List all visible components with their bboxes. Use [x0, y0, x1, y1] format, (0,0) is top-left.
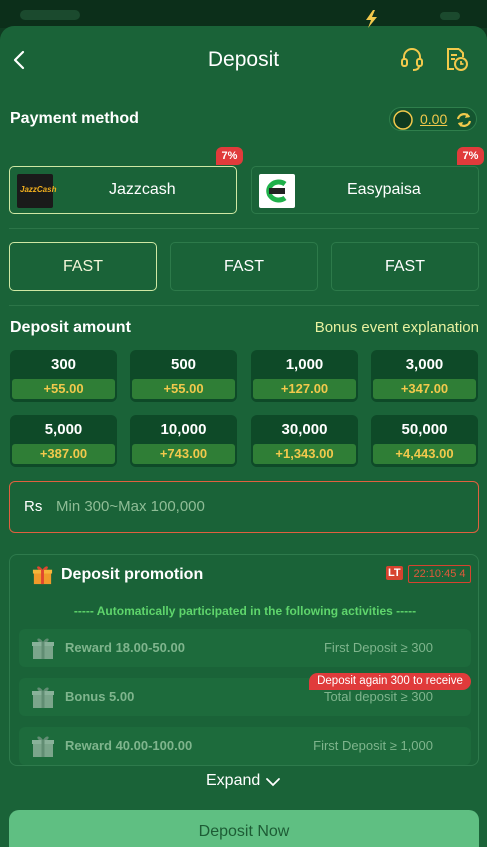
balance-pill: 0.00 — [389, 107, 477, 131]
deposit-again-badge: Deposit again 300 to receive — [309, 673, 471, 690]
amount-bonus: +127.00 — [253, 379, 356, 399]
bonus-percent-badge: 7% — [457, 147, 484, 165]
balance-value: 0.00 — [420, 111, 448, 127]
amount-option[interactable]: 30,000 +1,343.00 — [251, 415, 358, 467]
gift-icon — [32, 566, 53, 585]
amount-value: 50,000 — [401, 421, 448, 438]
channel-fast-3[interactable]: FAST — [331, 242, 479, 291]
amount-option[interactable]: 10,000 +743.00 — [130, 415, 237, 467]
promotion-reward: Reward 40.00-100.00 — [65, 738, 193, 753]
channel-fast-1[interactable]: FAST — [9, 242, 157, 291]
expand-button[interactable]: Expand — [206, 772, 260, 790]
moon-coin-icon — [393, 110, 413, 130]
lightning-icon — [366, 10, 377, 28]
amount-bonus: +387.00 — [12, 444, 115, 464]
amount-bonus: +55.00 — [132, 379, 235, 399]
promotion-condition: First Deposit ≥ 300 — [323, 640, 433, 655]
promotion-reward: Reward 18.00-50.00 — [65, 640, 185, 655]
payment-method-name: Jazzcash — [109, 181, 176, 198]
divider — [9, 305, 479, 306]
easypaisa-logo — [259, 174, 295, 208]
refresh-icon[interactable] — [454, 110, 474, 130]
amount-bonus: +743.00 — [132, 444, 235, 464]
countdown-timer: 22:10:45 4 — [408, 565, 471, 583]
jazzcash-logo: JazzCash — [17, 174, 56, 208]
deposit-amount-input[interactable]: Rs Min 300~Max 100,000 — [9, 481, 479, 533]
deposit-amount-label: Deposit amount — [10, 319, 131, 336]
amount-placeholder: Min 300~Max 100,000 — [56, 498, 205, 515]
promotion-condition: First Deposit ≥ 1,000 — [313, 738, 433, 753]
headset-icon[interactable] — [399, 46, 425, 72]
amount-value: 500 — [170, 356, 197, 373]
promotion-row: Reward 40.00-100.00 First Deposit ≥ 1,00… — [19, 727, 471, 765]
currency-label: Rs — [24, 498, 43, 515]
gift-icon — [32, 736, 54, 757]
blurred-text — [440, 12, 460, 20]
blurred-text — [20, 10, 80, 20]
amount-option[interactable]: 300 +55.00 — [10, 350, 117, 402]
promotion-subtitle: ----- Automatically participated in the … — [73, 604, 417, 618]
amount-bonus: +1,343.00 — [253, 444, 356, 464]
gift-icon — [32, 638, 54, 659]
deposit-now-button[interactable]: Deposit Now — [9, 810, 479, 847]
amount-bonus: +55.00 — [12, 379, 115, 399]
payment-method-jazzcash[interactable]: JazzCash Jazzcash — [9, 166, 237, 214]
amount-option[interactable]: 50,000 +4,443.00 — [371, 415, 478, 467]
amount-bonus: +4,443.00 — [373, 444, 476, 464]
promotion-row: Reward 18.00-50.00 First Deposit ≥ 300 — [19, 629, 471, 667]
amount-option[interactable]: 5,000 +387.00 — [10, 415, 117, 467]
amount-value: 300 — [50, 356, 77, 373]
channel-fast-2[interactable]: FAST — [170, 242, 318, 291]
payment-method-name: Easypaisa — [347, 181, 421, 198]
promotion-condition: Total deposit ≥ 300 — [323, 689, 433, 704]
payment-method-label: Payment method — [10, 110, 139, 127]
amount-option[interactable]: 500 +55.00 — [130, 350, 237, 402]
payment-method-easypaisa[interactable]: Easypaisa — [251, 166, 479, 214]
promotion-reward: Bonus 5.00 — [65, 689, 135, 704]
bonus-event-explanation-link[interactable]: Bonus event explanation — [315, 319, 479, 336]
history-icon[interactable] — [443, 46, 469, 72]
deposit-promotion-panel: Deposit promotion ----- Automatically pa… — [9, 554, 479, 766]
divider — [9, 228, 479, 229]
amount-value: 3,000 — [405, 356, 444, 373]
lt-badge: LT — [386, 566, 403, 580]
amount-bonus: +347.00 — [373, 379, 476, 399]
amount-value: 5,000 — [44, 421, 83, 438]
bonus-percent-badge: 7% — [216, 147, 243, 165]
amount-option[interactable]: 1,000 +127.00 — [251, 350, 358, 402]
chevron-down-icon[interactable] — [265, 775, 281, 789]
gift-icon — [32, 687, 54, 708]
amount-value: 1,000 — [285, 356, 324, 373]
status-strip — [0, 0, 487, 28]
amount-option[interactable]: 3,000 +347.00 — [371, 350, 478, 402]
amount-value: 10,000 — [160, 421, 207, 438]
promotion-title: Deposit promotion — [61, 566, 204, 583]
amount-value: 30,000 — [281, 421, 328, 438]
